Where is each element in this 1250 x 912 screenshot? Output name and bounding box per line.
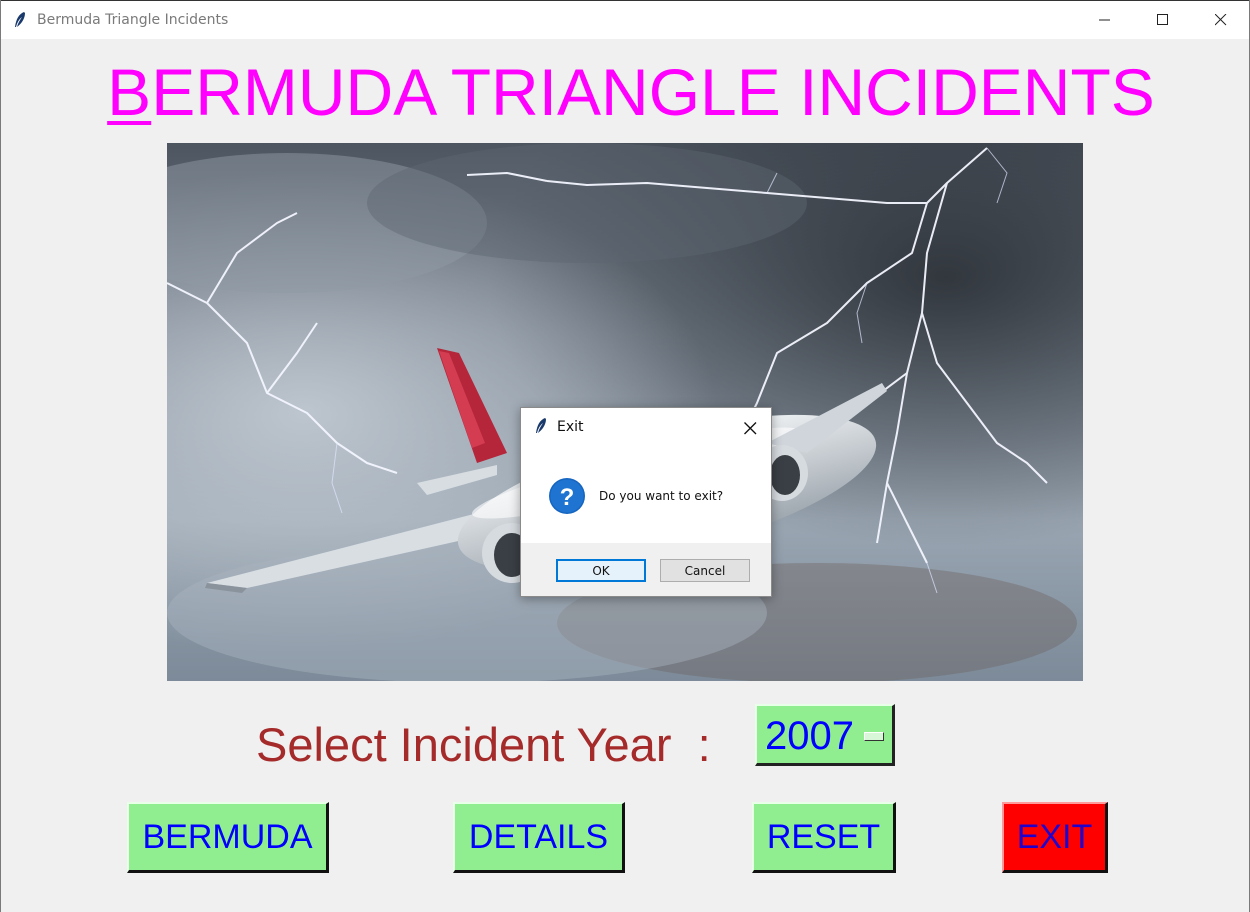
maximize-button[interactable] xyxy=(1134,1,1192,39)
feather-icon xyxy=(15,12,25,27)
close-icon xyxy=(1215,14,1227,26)
exit-button[interactable]: EXIT xyxy=(1002,802,1108,873)
page-title-first-letter: B xyxy=(107,55,152,129)
reset-button[interactable]: RESET xyxy=(752,802,896,873)
bermuda-button[interactable]: BERMUDA xyxy=(127,802,329,873)
title-bar: Bermuda Triangle Incidents xyxy=(1,0,1249,39)
option-menu-indicator-icon[interactable] xyxy=(864,732,884,741)
close-button[interactable] xyxy=(1192,1,1250,39)
details-button[interactable]: DETAILS xyxy=(453,802,625,873)
page-title: BERMUDA TRIANGLE INCIDENTS xyxy=(1,52,1250,132)
question-icon: ? xyxy=(549,478,585,514)
svg-text:?: ? xyxy=(560,484,575,511)
dialog-close-button[interactable] xyxy=(735,414,765,442)
ok-button[interactable]: OK xyxy=(556,559,646,582)
feather-icon xyxy=(536,418,546,433)
minimize-button[interactable] xyxy=(1076,1,1134,39)
app-window: Bermuda Triangle Incidents BERMUDA TRIAN… xyxy=(0,0,1250,912)
minimize-icon xyxy=(1099,19,1110,21)
window-title: Bermuda Triangle Incidents xyxy=(37,12,229,28)
year-select[interactable]: 2007 xyxy=(755,704,895,766)
year-label: Select Incident Year : xyxy=(256,718,711,771)
page-title-rest: ERMUDA TRIANGLE INCIDENTS xyxy=(151,55,1155,129)
dialog-title: Exit xyxy=(557,419,584,435)
exit-dialog: Exit ? Do you want to exit? OK Cancel xyxy=(520,407,772,597)
close-icon xyxy=(743,421,756,434)
dialog-message: Do you want to exit? xyxy=(599,489,724,503)
maximize-icon xyxy=(1157,14,1168,25)
year-select-value: 2007 xyxy=(765,714,854,758)
cancel-button[interactable]: Cancel xyxy=(660,559,750,582)
